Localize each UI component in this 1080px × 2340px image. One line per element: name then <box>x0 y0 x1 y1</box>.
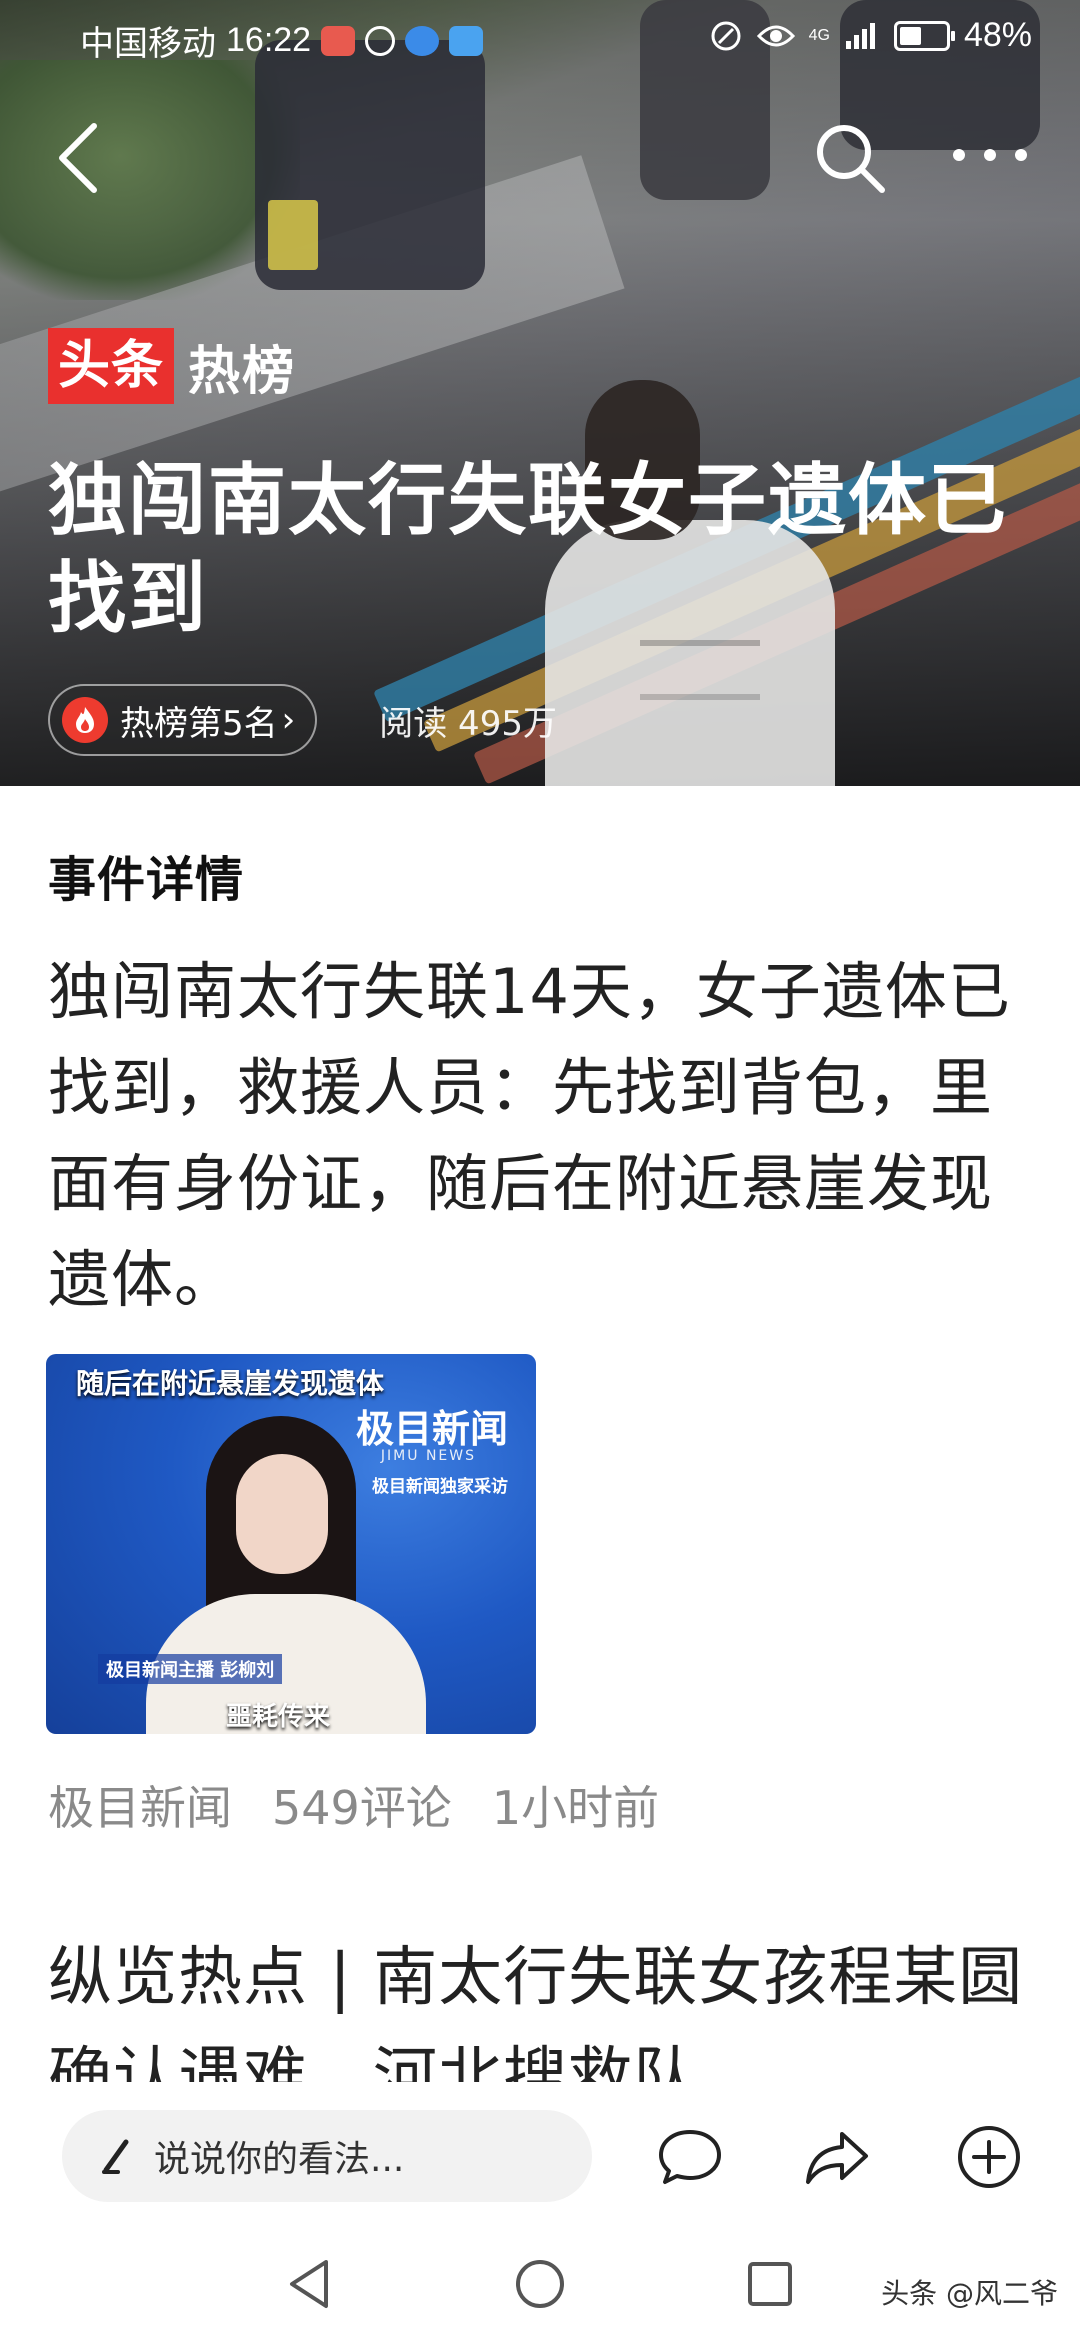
video-lower-third: 极目新闻主播 彭柳刘 <box>98 1654 283 1684</box>
clock: 16:22 <box>226 21 312 59</box>
news-meta: 极目新闻 549评论 1小时前 <box>48 1772 659 1838</box>
browser-icon <box>405 25 440 56</box>
nfc-icon <box>711 21 741 50</box>
video-anchor-face <box>236 1454 328 1574</box>
system-back-icon[interactable] <box>280 2254 340 2314</box>
hero-image-plate <box>268 200 318 270</box>
brand-logo-red: 头条 <box>48 328 175 404</box>
video-exclusive-tag: 极目新闻独家采访 <box>372 1477 508 1497</box>
battery-icon <box>893 20 955 51</box>
video-caption: 随后在附近悬崖发现遗体 <box>76 1367 385 1400</box>
hot-list-brand: 头条 热榜 <box>48 328 296 404</box>
author-watermark: 头条 @风二爷 <box>881 2277 1058 2310</box>
system-recents-icon[interactable] <box>740 2254 800 2314</box>
related-article-title[interactable]: 纵览热点 | 南太行失联女孩程某圆确认遇难，河北搜救队 <box>48 1928 1048 2088</box>
plus-circle-icon[interactable] <box>954 2122 1024 2192</box>
cloud-icon <box>449 25 484 56</box>
video-logo: 极目新闻 <box>355 1406 508 1451</box>
comment-input[interactable]: 说说你的看法... <box>62 2110 592 2202</box>
event-detail-text[interactable]: 独闯南太行失联14天，女子遗体已找到，救援人员：先找到背包，里面有身份证，随后在… <box>48 944 1038 1328</box>
hero-title: 独闯南太行失联女子遗体已找到 <box>48 456 1009 644</box>
comment-icon[interactable] <box>655 2122 725 2192</box>
system-navigation-bar: 头条 @风二爷 <box>0 2232 1080 2340</box>
share-icon[interactable] <box>802 2122 872 2192</box>
hot-rank-label: 热榜第5名 <box>120 703 278 744</box>
more-dots-icon[interactable] <box>945 130 1035 180</box>
network-type: 4G <box>808 26 830 44</box>
video-bottom-subtitle: 噩耗传来 <box>226 1702 331 1732</box>
hero-banner: 中国移动 16:22 4G 48% 头条 热榜 独闯南太行失联女子遗体已找到 热… <box>0 0 1080 786</box>
signal-icon <box>845 22 875 49</box>
flame-icon <box>62 697 108 743</box>
bottom-action-bar: 说说你的看法... <box>0 2082 1080 2232</box>
video-logo-sub: JIMU NEWS <box>380 1448 476 1464</box>
hero-meta: 热榜第5名 › 阅读 495万 <box>48 684 557 756</box>
chevron-right-icon: › <box>281 700 296 740</box>
notification-app-icon <box>321 25 356 56</box>
hot-rank-pill[interactable]: 热榜第5名 › <box>48 684 318 756</box>
carrier-label: 中国移动 <box>80 25 216 63</box>
brand-logo-text: 热榜 <box>188 341 297 402</box>
system-home-icon[interactable] <box>510 2254 570 2314</box>
pen-icon <box>102 2139 129 2174</box>
battery-percent: 48% <box>963 16 1032 54</box>
section-heading: 事件详情 <box>48 852 245 908</box>
news-video-thumbnail[interactable]: 随后在附近悬崖发现遗体 极目新闻 JIMU NEWS 极目新闻独家采访 极目新闻… <box>46 1354 536 1734</box>
wechat-icon <box>365 25 396 56</box>
read-count: 阅读 495万 <box>379 703 557 744</box>
eye-icon <box>756 25 795 46</box>
comment-placeholder: 说说你的看法... <box>154 2139 405 2180</box>
comment-count[interactable]: 549评论 <box>272 1772 452 1838</box>
publish-time: 1小时前 <box>491 1781 660 1835</box>
news-source[interactable]: 极目新闻 <box>48 1772 232 1838</box>
hero-image-shirt <box>640 640 760 700</box>
chevron-left-icon[interactable] <box>50 118 110 198</box>
search-icon[interactable] <box>810 118 890 198</box>
status-bar: 中国移动 16:22 4G 48% <box>0 0 1080 76</box>
